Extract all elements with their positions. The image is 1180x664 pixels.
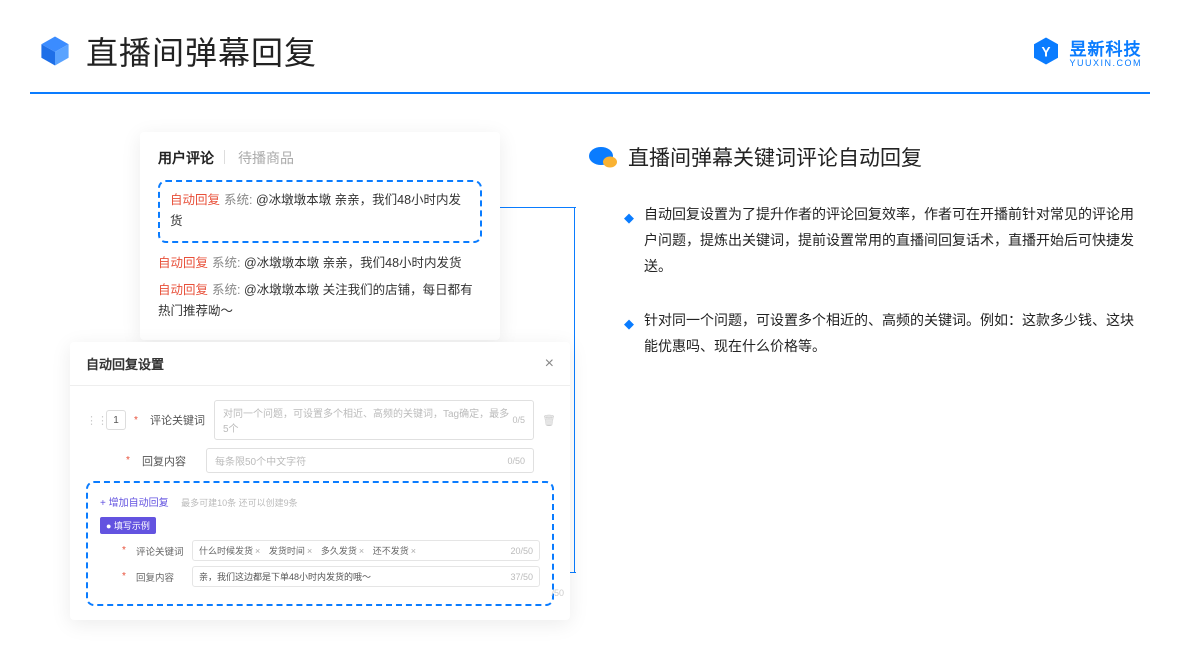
example-keyword-input[interactable]: 什么时候发货 发货时间 多久发货 还不发货 20/50 xyxy=(192,540,540,561)
comments-panel: 用户评论 待播商品 自动回复系统: @冰墩墩本墩 亲亲，我们48小时内发货 自动… xyxy=(140,132,500,340)
chat-bubble-icon xyxy=(588,145,616,169)
order-number: 1 xyxy=(106,410,126,430)
auto-reply-settings-dialog: 自动回复设置 × ⋮⋮ 1 * 评论关键词 对同一个问题，可设置多个相近、高频的… xyxy=(70,342,570,620)
bullet-list: ◆ 自动回复设置为了提升作者的评论回复效率，作者可在开播前针对常见的评论用户问题… xyxy=(588,202,1140,359)
char-counter: 37/50 xyxy=(510,572,533,582)
external-counter: /50 xyxy=(551,588,564,598)
cube-icon xyxy=(38,34,72,68)
comment-line: 自动回复系统: @冰墩墩本墩 亲亲，我们48小时内发货 xyxy=(170,190,470,233)
brand-icon: Y xyxy=(1031,36,1061,66)
example-content-row: * 回复内容 亲，我们这边都是下单48小时内发货的哦～ 37/50 xyxy=(100,566,540,587)
keyword-tag[interactable]: 什么时候发货 xyxy=(199,546,260,556)
bullet-text: 针对同一个问题，可设置多个相近的、高频的关键词。例如：这款多少钱、这块能优惠吗、… xyxy=(644,308,1140,360)
description-column: 直播间弹幕关键词评论自动回复 ◆ 自动回复设置为了提升作者的评论回复效率，作者可… xyxy=(588,132,1140,612)
keyword-label: 评论关键词 xyxy=(136,544,186,558)
keyword-tag[interactable]: 多久发货 xyxy=(321,546,364,556)
limit-hint: 最多可建10条 还可以创建9条 xyxy=(181,498,298,508)
bullet-item: ◆ 自动回复设置为了提升作者的评论回复效率，作者可在开播前针对常见的评论用户问题… xyxy=(624,202,1140,280)
content-label: 回复内容 xyxy=(136,570,186,584)
diamond-bullet-icon: ◆ xyxy=(624,206,634,280)
required-star: * xyxy=(134,415,142,426)
keyword-label: 评论关键词 xyxy=(150,412,206,428)
required-star: * xyxy=(126,455,134,466)
close-icon[interactable]: × xyxy=(545,355,554,373)
diamond-bullet-icon: ◆ xyxy=(624,312,634,360)
char-counter: 0/50 xyxy=(507,456,525,466)
svg-text:Y: Y xyxy=(1042,44,1051,59)
keyword-tag[interactable]: 发货时间 xyxy=(269,546,312,556)
page-header: 直播间弹幕回复 Y 昱新科技 YUUXIN.COM xyxy=(0,0,1180,74)
content-label: 回复内容 xyxy=(142,453,198,469)
keyword-tag[interactable]: 还不发货 xyxy=(373,546,416,556)
required-star: * xyxy=(122,571,130,582)
example-content-input[interactable]: 亲，我们这边都是下单48小时内发货的哦～ 37/50 xyxy=(192,566,540,587)
brand-logo: Y 昱新科技 YUUXIN.COM xyxy=(1031,35,1142,68)
auto-reply-tag: 自动回复 xyxy=(158,256,208,270)
brand-sub: YUUXIN.COM xyxy=(1069,58,1142,68)
brand-name: 昱新科技 xyxy=(1069,40,1141,59)
section-header: 直播间弹幕关键词评论自动回复 xyxy=(588,142,1140,172)
content-input[interactable]: 每条限50个中文字符 0/50 xyxy=(206,448,534,473)
tabs: 用户评论 待播商品 xyxy=(158,148,482,168)
system-label: 系统: xyxy=(212,283,240,297)
system-label: 系统: xyxy=(224,193,252,207)
dialog-title: 自动回复设置 xyxy=(86,354,164,373)
bullet-text: 自动回复设置为了提升作者的评论回复效率，作者可在开播前针对常见的评论用户问题，提… xyxy=(644,202,1140,280)
tab-user-comments[interactable]: 用户评论 xyxy=(158,148,214,168)
section-title: 直播间弹幕关键词评论自动回复 xyxy=(628,142,922,172)
example-keyword-row: * 评论关键词 什么时候发货 发货时间 多久发货 还不发货 20/50 xyxy=(100,540,540,561)
drag-handle-icon[interactable]: ⋮⋮ xyxy=(86,414,98,427)
example-section: + 增加自动回复 最多可建10条 还可以创建9条 ● 填写示例 * 评论关键词 … xyxy=(86,481,554,606)
char-counter: 20/50 xyxy=(510,546,533,556)
comment-line: 自动回复系统: @冰墩墩本墩 关注我们的店铺，每日都有热门推荐呦～ xyxy=(158,280,482,323)
auto-reply-tag: 自动回复 xyxy=(158,283,208,297)
comment-line: 自动回复系统: @冰墩墩本墩 亲亲，我们48小时内发货 xyxy=(158,253,482,274)
dialog-header: 自动回复设置 × xyxy=(70,342,570,386)
keyword-input[interactable]: 对同一个问题，可设置多个相近、高频的关键词，Tag确定，最多5个 0/5 xyxy=(214,400,534,440)
highlighted-comment: 自动回复系统: @冰墩墩本墩 亲亲，我们48小时内发货 xyxy=(158,180,482,243)
page-title: 直播间弹幕回复 xyxy=(86,28,317,74)
tab-pending-products[interactable]: 待播商品 xyxy=(238,148,294,168)
keyword-row: ⋮⋮ 1 * 评论关键词 对同一个问题，可设置多个相近、高频的关键词，Tag确定… xyxy=(86,400,554,440)
required-star: * xyxy=(122,545,130,556)
char-counter: 0/5 xyxy=(512,415,525,425)
system-label: 系统: xyxy=(212,256,240,270)
screenshot-column: 用户评论 待播商品 自动回复系统: @冰墩墩本墩 亲亲，我们48小时内发货 自动… xyxy=(70,132,580,612)
header-left: 直播间弹幕回复 xyxy=(38,28,317,74)
content-row: * 回复内容 每条限50个中文字符 0/50 xyxy=(86,448,554,473)
delete-icon[interactable]: 🗑 xyxy=(542,414,554,427)
example-badge: ● 填写示例 xyxy=(100,517,156,534)
auto-reply-tag: 自动回复 xyxy=(170,193,220,207)
comment-text: @冰墩墩本墩 亲亲，我们48小时内发货 xyxy=(244,256,462,270)
bullet-item: ◆ 针对同一个问题，可设置多个相近的、高频的关键词。例如：这款多少钱、这块能优惠… xyxy=(624,308,1140,360)
add-auto-reply-link[interactable]: + 增加自动回复 xyxy=(100,498,169,509)
